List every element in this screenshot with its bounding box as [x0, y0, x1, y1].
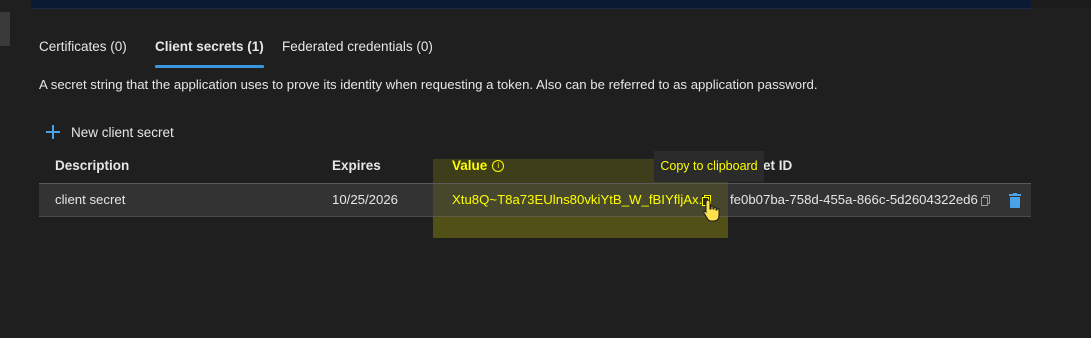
column-header-expires[interactable]: Expires: [332, 158, 381, 173]
plus-icon: [46, 125, 60, 139]
hand-pointer-cursor-icon: [703, 199, 720, 222]
top-banner-edge: [1031, 0, 1091, 8]
section-description: A secret string that the application use…: [39, 77, 818, 92]
top-banner: [31, 0, 1031, 9]
left-scrollbar[interactable]: [0, 12, 10, 46]
tab-federated-credentials[interactable]: Federated credentials (0): [282, 38, 433, 68]
row-description: client secret: [55, 192, 126, 207]
delete-trash-icon[interactable]: [1009, 193, 1021, 208]
new-client-secret-label: New client secret: [71, 124, 174, 140]
column-header-description[interactable]: Description: [55, 158, 129, 173]
new-client-secret-button[interactable]: New client secret: [46, 122, 174, 142]
row-secret-id: fe0b07ba-758d-455a-866c-5d2604322ed6: [730, 192, 978, 207]
copy-secret-id-icon[interactable]: [981, 195, 990, 206]
row-expires: 10/25/2026: [332, 192, 399, 207]
info-icon[interactable]: i: [492, 159, 505, 172]
row-secret-value: Xtu8Q~T8a73EUlns80vkiYtB_W_fBIYfljAx...: [452, 192, 710, 207]
copy-tooltip: Copy to clipboard: [654, 151, 764, 182]
column-header-value-label: Value: [452, 158, 488, 173]
column-header-value[interactable]: Value i: [452, 158, 505, 173]
column-header-secret-id[interactable]: et ID: [763, 158, 792, 173]
tab-client-secrets[interactable]: Client secrets (1): [155, 38, 264, 68]
tab-certificates[interactable]: Certificates (0): [39, 38, 127, 68]
